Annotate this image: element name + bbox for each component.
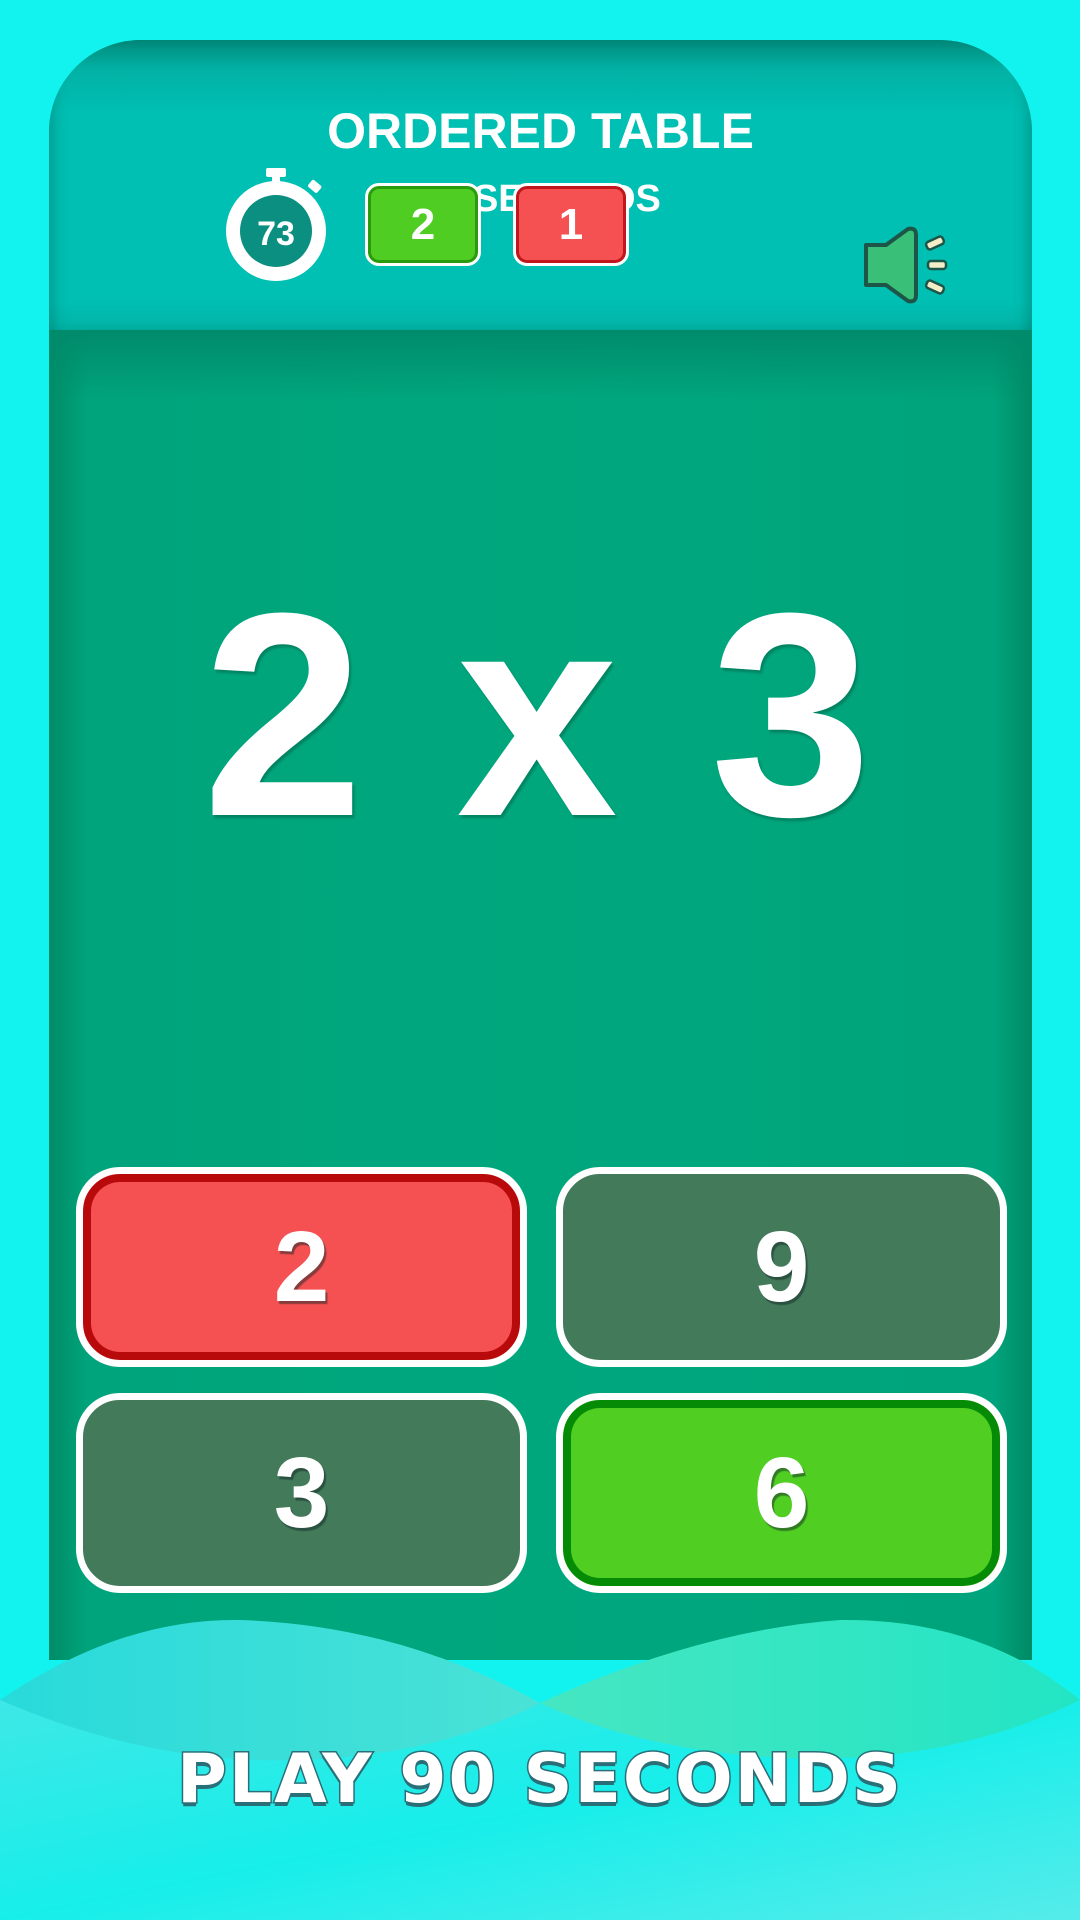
header-shadow <box>49 330 1032 400</box>
answer-option-3[interactable]: 3 <box>76 1393 527 1593</box>
play-mode-label: PLAY 90 SECONDS <box>176 1739 903 1821</box>
timer-value: 73 <box>257 215 295 253</box>
speaker-on-icon <box>864 226 948 304</box>
answer-option-1[interactable]: 2 <box>76 1167 527 1367</box>
answer-option-2[interactable]: 9 <box>556 1167 1007 1367</box>
wrong-count-badge: 1 <box>513 183 629 266</box>
game-title: ORDERED TABLE <box>327 103 754 159</box>
question-text: 2 x 3 <box>202 553 878 877</box>
correct-count-badge: 2 <box>365 183 481 266</box>
sound-toggle-button[interactable] <box>860 225 956 305</box>
timer: 73 <box>221 166 331 284</box>
answer-option-4[interactable]: 6 <box>556 1393 1007 1593</box>
